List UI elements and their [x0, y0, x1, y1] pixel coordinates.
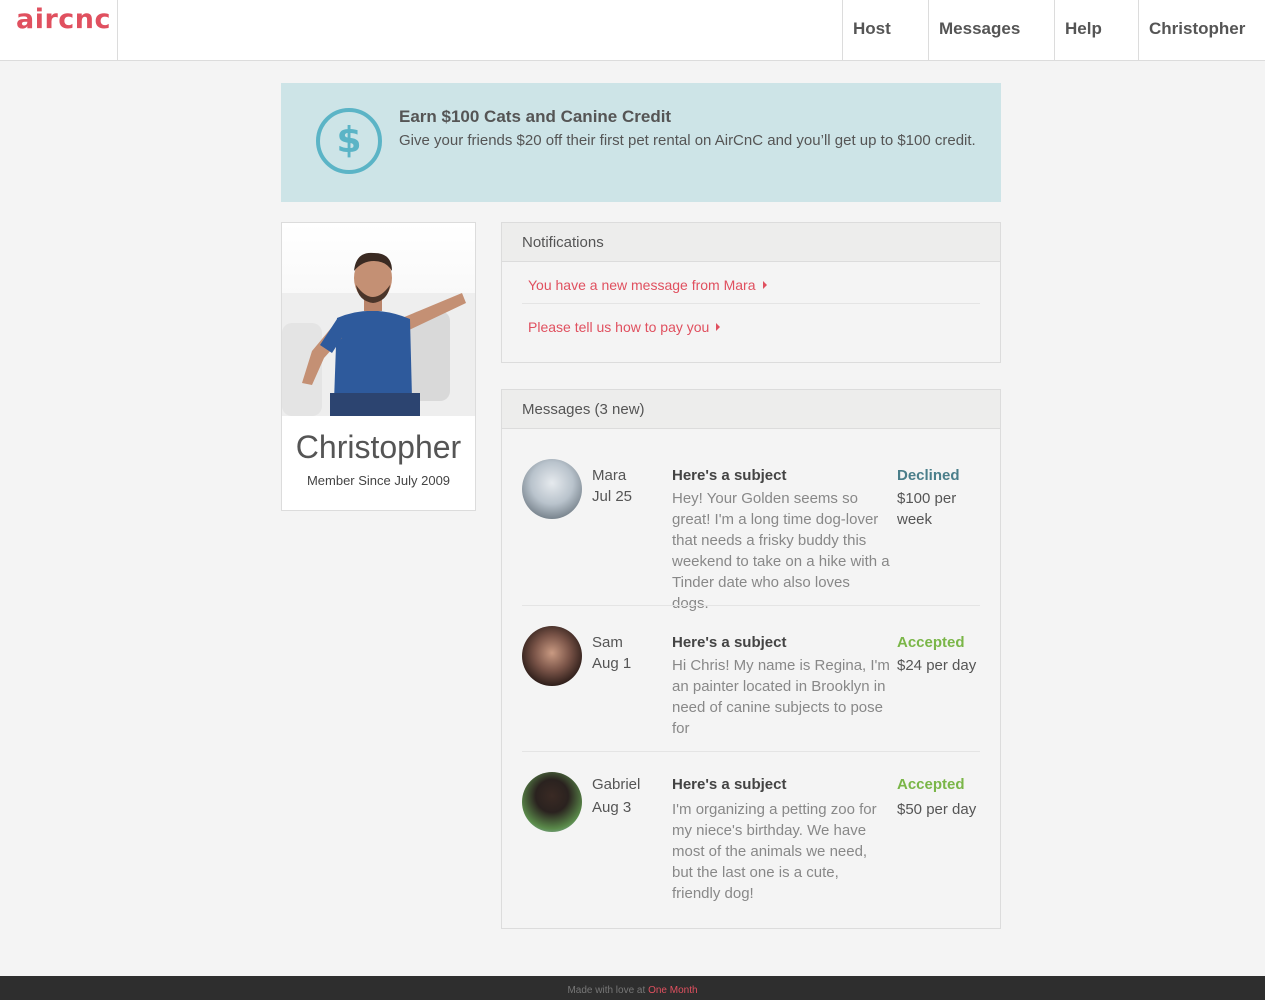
banner-title: Earn $100 Cats and Canine Credit: [399, 107, 672, 126]
message-date: Aug 1: [592, 655, 632, 672]
nav-menu: Host Messages Help Christopher: [842, 0, 1265, 60]
messages-panel: Messages (3 new) Mara Jul 25 Here's a su…: [501, 389, 1001, 929]
avatar: [522, 626, 582, 686]
message-date: Aug 3: [592, 799, 632, 816]
status-badge: Declined: [897, 467, 960, 484]
status-badge: Accepted: [897, 776, 965, 793]
message-price: $24 per day: [897, 657, 977, 674]
nav-help[interactable]: Help: [1054, 0, 1138, 60]
notifications-heading: Notifications: [502, 223, 1000, 262]
notification-label: You have a new message from Mara: [528, 277, 756, 293]
message-sender: Mara: [592, 467, 627, 484]
notifications-panel: Notifications You have a new message fro…: [501, 222, 1001, 363]
message-price: $50 per day: [897, 801, 977, 818]
notification-item[interactable]: You have a new message from Mara: [522, 262, 980, 303]
status-badge: Accepted: [897, 634, 965, 651]
message-price: $100 per week: [897, 490, 957, 528]
message-row[interactable]: Gabriel Aug 3 Here's a subject I'm organ…: [522, 751, 980, 911]
message-subject[interactable]: Here's a subject: [672, 776, 786, 793]
footer-link[interactable]: One Month: [648, 985, 697, 996]
dollar-circle-icon: $: [316, 108, 382, 174]
referral-banner: $ Earn $100 Cats and Canine Credit Give …: [281, 83, 1001, 202]
member-since: Member Since July 2009: [306, 473, 451, 488]
message-sender: Gabriel: [592, 776, 641, 793]
brand-logo[interactable]: aircnc: [0, 0, 118, 60]
avatar: [522, 459, 582, 519]
nav-user-menu[interactable]: Christopher: [1138, 0, 1265, 60]
message-sender: Sam: [592, 634, 623, 651]
message-date: Jul 25: [592, 488, 633, 505]
profile-card: Christopher Member Since July 2009: [281, 222, 476, 511]
profile-name: Christopher: [295, 429, 462, 465]
notification-item[interactable]: Please tell us how to pay you: [522, 303, 980, 344]
nav-messages[interactable]: Messages: [928, 0, 1054, 60]
message-body: I'm organizing a petting zoo for my niec…: [672, 801, 877, 902]
banner-text: Give your friends $20 off their first pe…: [399, 132, 976, 149]
message-subject[interactable]: Here's a subject: [672, 467, 786, 484]
footer: Made with love at One Month: [0, 976, 1265, 1000]
caret-right-icon: [716, 323, 721, 331]
message-row[interactable]: Sam Aug 1 Here's a subject Hi Chris! My …: [522, 605, 980, 751]
nav-host[interactable]: Host: [842, 0, 928, 60]
caret-right-icon: [762, 281, 767, 289]
message-subject[interactable]: Here's a subject: [672, 634, 786, 651]
messages-heading: Messages (3 new): [502, 390, 1000, 429]
message-body: Hi Chris! My name is Regina, I'm an pain…: [672, 657, 890, 737]
top-navbar: aircnc Host Messages Help Christopher: [0, 0, 1265, 61]
avatar: [522, 772, 582, 832]
message-body: Hey! Your Golden seems so great! I'm a l…: [672, 490, 890, 612]
profile-photo[interactable]: [282, 223, 475, 416]
message-row[interactable]: Mara Jul 25 Here's a subject Hey! Your G…: [522, 429, 980, 612]
footer-text: Made with love at: [567, 985, 649, 996]
notification-label: Please tell us how to pay you: [528, 319, 710, 335]
